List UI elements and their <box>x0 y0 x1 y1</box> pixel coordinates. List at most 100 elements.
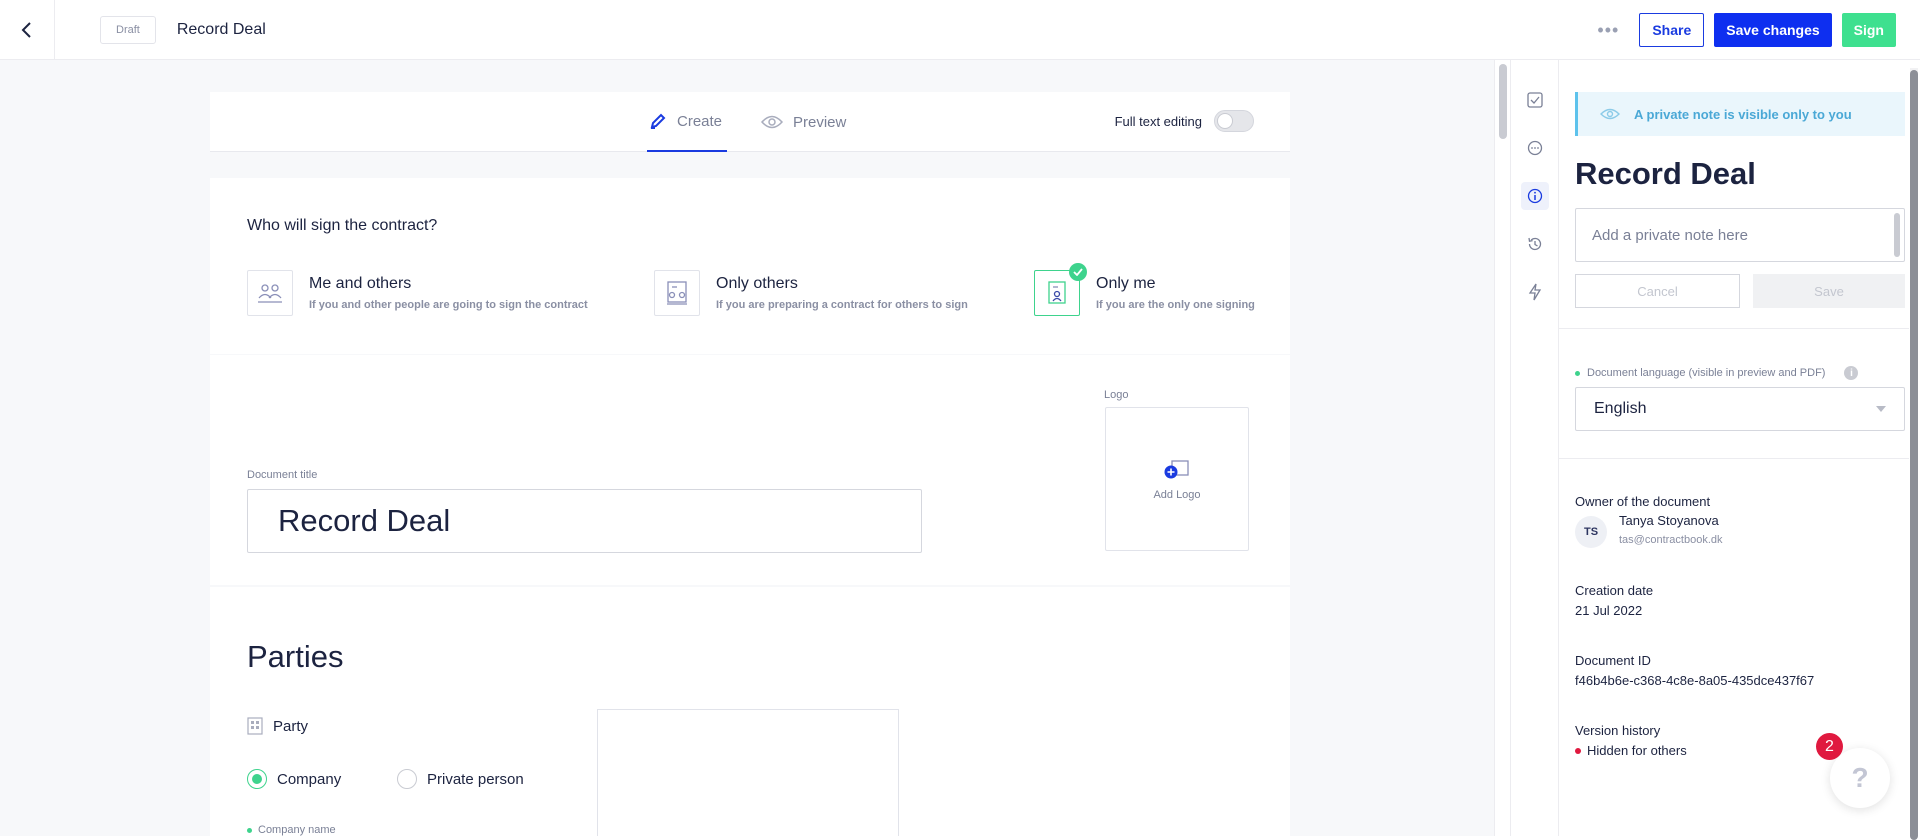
comment-icon <box>1527 140 1543 156</box>
document-language-label: Document language (visible in preview an… <box>1575 366 1859 380</box>
checklist-icon <box>1527 92 1543 108</box>
editor-canvas: Create Preview Full text editing Who wil… <box>0 60 1494 836</box>
signer-option-title: Only me <box>1096 275 1156 292</box>
signer-option-only-me[interactable]: Only me If you are the only one signing <box>1034 263 1255 316</box>
signer-option-icon-box <box>247 270 293 316</box>
group-people-icon <box>258 284 282 303</box>
signer-option-subtitle: If you are the only one signing <box>1096 299 1255 311</box>
version-history-heading: Version history <box>1575 723 1661 738</box>
radio-company-label: Company <box>277 770 342 788</box>
creation-date-heading: Creation date <box>1575 583 1654 598</box>
signer-option-only-others[interactable]: Only others If you are preparing a contr… <box>654 270 968 316</box>
party-label: Party <box>273 717 309 735</box>
signer-option-icon-box <box>654 270 700 316</box>
main-scrollbar[interactable] <box>1494 60 1510 836</box>
divider <box>1559 458 1909 459</box>
signer-option-me-and-others[interactable]: Me and others If you and other people ar… <box>247 270 588 316</box>
editor-tabs-bar: Create Preview Full text editing <box>210 92 1290 152</box>
tab-preview[interactable]: Preview <box>761 92 846 152</box>
signer-option-subtitle: If you and other people are going to sig… <box>309 299 588 311</box>
company-name-field-label: Company name <box>247 824 336 836</box>
share-button[interactable]: Share <box>1639 13 1705 47</box>
tab-create[interactable]: Create <box>647 92 727 152</box>
rail-history[interactable] <box>1521 230 1549 258</box>
party-signature-box[interactable] <box>597 709 899 836</box>
page-title: Record Deal <box>176 20 266 38</box>
chevron-down-icon <box>1876 406 1886 412</box>
add-logo-button[interactable]: Add Logo <box>1105 407 1249 551</box>
party-label-row: Party <box>247 717 308 735</box>
toggle-knob <box>1217 113 1233 129</box>
full-text-editing: Full text editing <box>1115 110 1254 132</box>
selected-check-icon <box>1069 263 1087 281</box>
top-actions: ••• Share Save changes Sign <box>1593 13 1896 47</box>
sidebar-icon-rail <box>1510 60 1558 836</box>
tab-create-label: Create <box>677 112 723 130</box>
chevron-left-icon <box>21 21 31 38</box>
radio-private-label: Private person <box>427 770 524 788</box>
rail-automation[interactable] <box>1521 278 1549 306</box>
company-name-label: Company name <box>258 824 336 836</box>
info-icon[interactable]: i <box>1844 366 1859 380</box>
divider <box>1559 328 1909 329</box>
logo-label: Logo <box>1104 389 1129 401</box>
signer-option-title: Only others <box>716 275 798 292</box>
rail-checklist[interactable] <box>1521 86 1549 114</box>
version-history-row: Hidden for others <box>1575 743 1687 758</box>
owner-name: Tanya Stoyanova <box>1619 513 1719 528</box>
radio-company[interactable]: Company <box>247 769 341 789</box>
radio-private-circle <box>397 769 417 789</box>
help-button[interactable]: ? <box>1830 748 1890 808</box>
me-document-icon <box>1048 281 1066 304</box>
full-text-editing-toggle[interactable] <box>1214 110 1254 132</box>
back-button[interactable] <box>0 0 55 60</box>
creation-date-value: 21 Jul 2022 <box>1575 603 1643 618</box>
note-save-button[interactable]: Save <box>1753 274 1905 308</box>
document-title-section: Logo Document title Record Deal Add Logo <box>210 355 1290 585</box>
status-dot <box>1575 747 1581 754</box>
sidebar-scrollbar[interactable] <box>1910 68 1918 840</box>
info-sidebar: A private note is visible only to you Re… <box>1558 60 1920 840</box>
owner-heading: Owner of the document <box>1575 494 1711 509</box>
private-note-input[interactable]: Add a private note here <box>1575 208 1905 262</box>
history-icon <box>1528 237 1542 251</box>
main-scrollbar-thumb[interactable] <box>1499 64 1507 139</box>
document-language-value: English <box>1594 400 1647 417</box>
signer-option-title: Me and others <box>309 275 412 292</box>
sign-button[interactable]: Sign <box>1841 13 1896 47</box>
more-options-icon[interactable]: ••• <box>1593 15 1623 45</box>
pencil-icon <box>650 113 666 129</box>
status-badge: Draft <box>100 15 156 44</box>
radio-company-circle <box>247 769 267 789</box>
required-dot <box>247 827 252 833</box>
top-bar: Draft Record Deal ••• Share Save changes… <box>0 0 1920 60</box>
document-title-label: Document title <box>247 469 318 481</box>
private-note-placeholder: Add a private note here <box>1592 226 1748 244</box>
full-text-editing-label: Full text editing <box>1114 113 1202 129</box>
help-question-icon: ? <box>1851 762 1869 793</box>
document-language-select[interactable]: English <box>1575 387 1905 431</box>
document-id-value: f46b4b6e-c368-4c8e-8a05-435dce437f67 <box>1575 673 1815 688</box>
document-id-heading: Document ID <box>1575 653 1651 668</box>
parties-section: Parties Party Company Private person Com… <box>210 587 1290 836</box>
private-note-banner-text: A private note is visible only to you <box>1634 106 1852 122</box>
eye-icon <box>761 115 783 129</box>
info-icon <box>1527 188 1543 204</box>
sidebar-scrollbar-thumb[interactable] <box>1910 70 1918 840</box>
signer-option-icon-box <box>1034 263 1087 316</box>
note-cancel-button[interactable]: Cancel <box>1575 274 1740 308</box>
radio-private-person[interactable]: Private person <box>397 769 524 789</box>
parties-heading: Parties <box>247 639 344 674</box>
note-input-scrollbar <box>1894 213 1900 257</box>
add-logo-label: Add Logo <box>1153 489 1201 501</box>
tab-preview-label: Preview <box>793 113 847 131</box>
rail-comments[interactable] <box>1521 134 1549 162</box>
save-changes-button[interactable]: Save changes <box>1714 13 1832 47</box>
document-title-input[interactable]: Record Deal <box>247 489 922 553</box>
automation-icon <box>1528 283 1542 301</box>
owner-email: tas@contractbook.dk <box>1619 534 1723 546</box>
avatar: TS <box>1575 516 1607 548</box>
signers-section: Who will sign the contract? Me and other… <box>210 178 1290 354</box>
private-note-banner: A private note is visible only to you <box>1575 92 1905 136</box>
rail-info[interactable] <box>1521 182 1549 210</box>
